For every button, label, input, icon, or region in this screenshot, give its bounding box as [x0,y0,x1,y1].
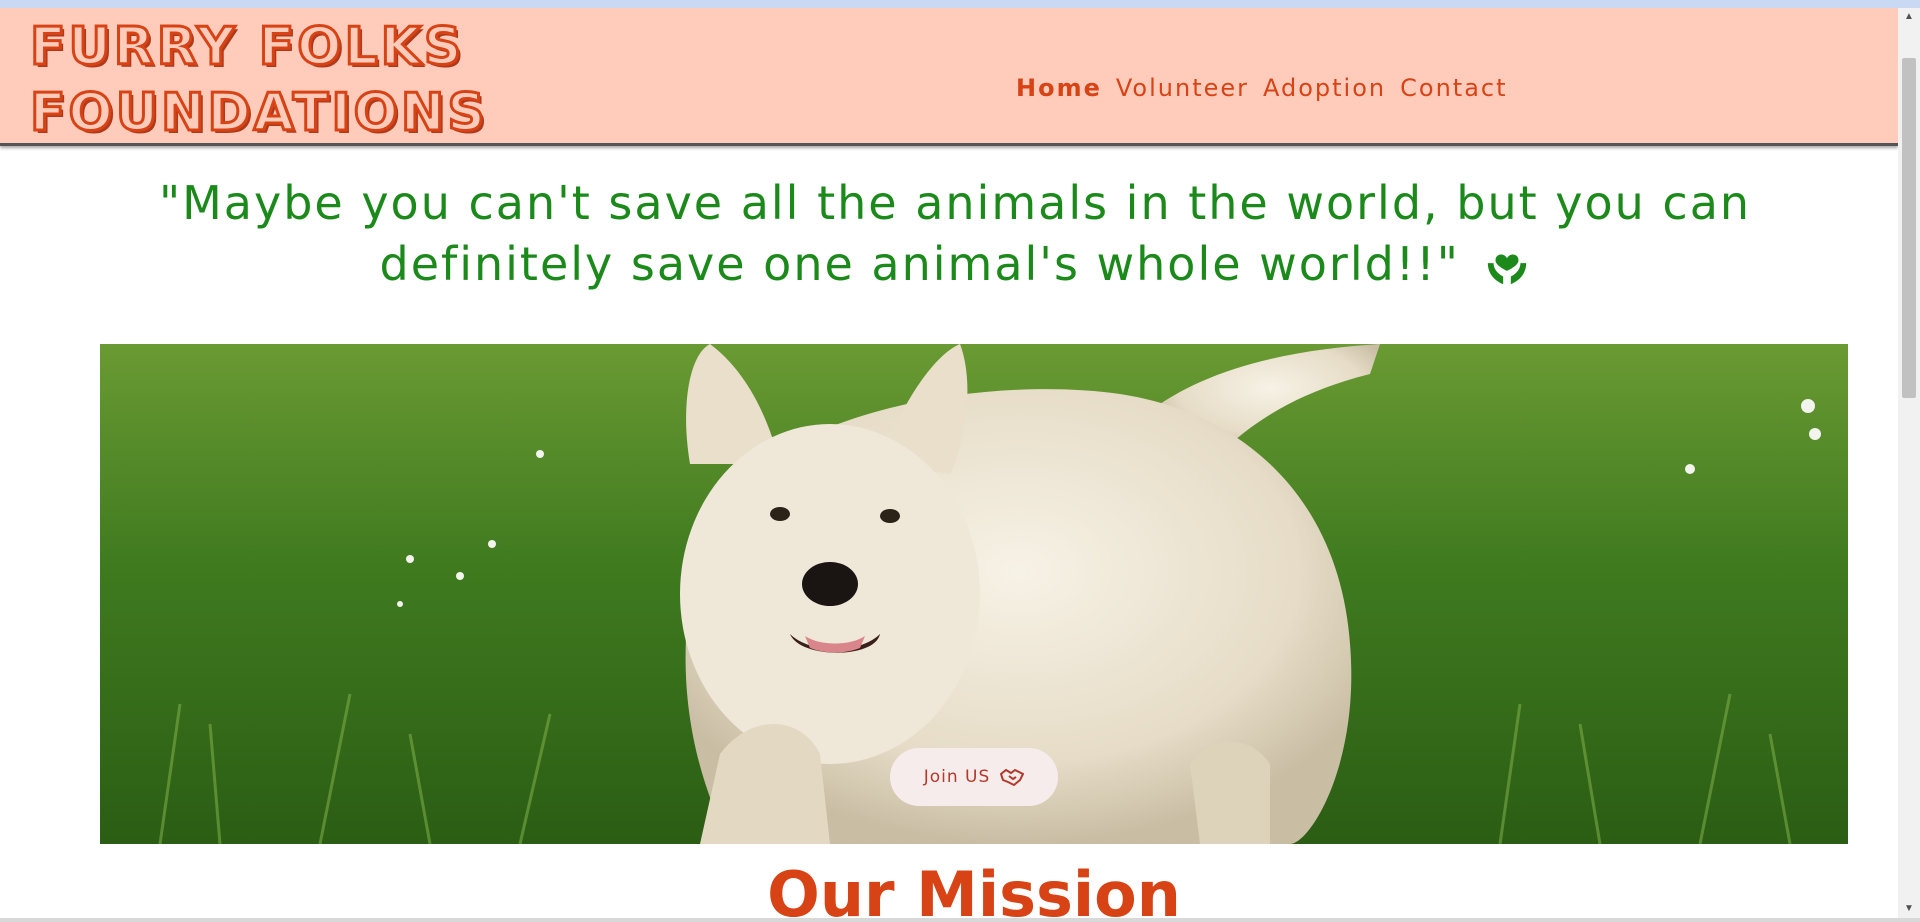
join-us-button[interactable]: Join US [890,748,1058,806]
page-viewport: FURRY FOLKS FOUNDATIONS Home Volunteer A… [0,8,1898,918]
brand-line-2: FOUNDATIONS [29,82,488,145]
scroll-down-arrow-icon[interactable]: ▼ [1898,900,1920,918]
nav-contact-link[interactable]: Contact [1400,74,1507,102]
brand-line-1: FURRY FOLKS [29,16,465,79]
nav-volunteer-link[interactable]: Volunteer [1116,74,1249,102]
quote-block: "Maybe you can't save all the animals in… [140,173,1770,295]
scroll-thumb[interactable] [1902,58,1916,398]
handshake-icon [1000,768,1025,786]
nav-adoption-link[interactable]: Adoption [1263,74,1386,102]
navbar: FURRY FOLKS FOUNDATIONS Home Volunteer A… [0,8,1898,146]
our-mission-heading: Our Mission [767,858,1181,918]
nav-home-link[interactable]: Home [1016,74,1102,102]
scroll-up-arrow-icon[interactable]: ▲ [1898,8,1920,26]
main-nav: Home Volunteer Adoption Contact [1016,74,1508,102]
vertical-scrollbar[interactable]: ▲ ▼ [1898,8,1920,918]
browser-top-strip [0,0,1920,8]
brand-logo[interactable]: FURRY FOLKS FOUNDATIONS [29,14,490,146]
join-us-label: Join US [923,767,991,787]
hands-holding-heart-icon [1488,254,1527,285]
browser-bottom-strip [0,918,1920,922]
